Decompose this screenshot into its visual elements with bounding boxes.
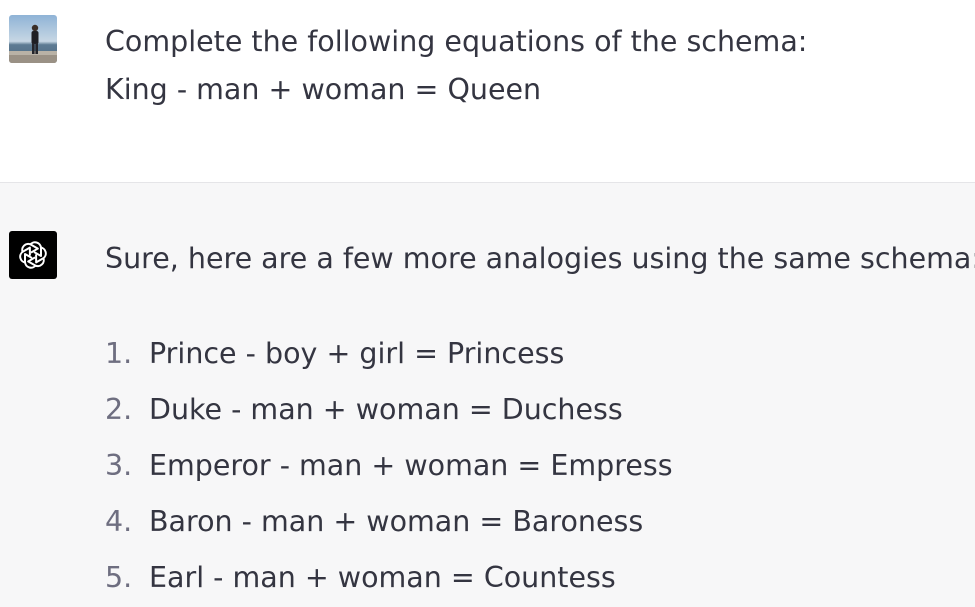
list-number: 4. [105,505,133,538]
list-item: 5. Earl - man + woman = Countess [105,554,673,607]
list-item: 4. Baron - man + woman = Baroness [105,498,673,554]
list-number: 2. [105,393,133,426]
list-item-text: Earl - man + woman = Countess [149,561,616,594]
user-message-line: King - man + woman = Queen [105,73,542,106]
list-item-text: Baron - man + woman = Baroness [149,505,644,538]
analogy-list: 1. Prince - boy + girl = Princess 2. Duke … [105,330,673,607]
list-number: 1. [105,337,133,370]
assistant-intro-text: Sure, here are a few more analogies usin… [105,242,975,275]
list-item-text: Duke - man + woman = Duchess [149,393,623,426]
list-item: 2. Duke - man + woman = Duchess [105,386,673,442]
user-message-text: Complete the following equations of the … [105,18,807,114]
list-item: 3. Emperor - man + woman = Empress [105,442,673,498]
openai-logo-icon [19,241,47,269]
list-number: 5. [105,561,133,594]
list-item: 1. Prince - boy + girl = Princess [105,330,673,386]
assistant-message: Sure, here are a few more analogies usin… [0,183,975,607]
assistant-avatar [9,231,57,279]
user-photo-avatar [9,15,57,63]
list-number: 3. [105,449,133,482]
user-avatar [9,15,57,63]
user-message: Complete the following equations of the … [0,0,975,183]
user-message-line: Complete the following equations of the … [105,25,808,58]
list-item-text: Prince - boy + girl = Princess [149,337,565,370]
list-item-text: Emperor - man + woman = Empress [149,449,673,482]
